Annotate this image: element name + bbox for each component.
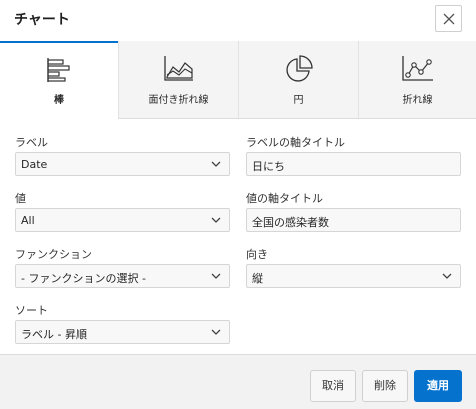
cancel-button[interactable]: 取消 bbox=[310, 370, 356, 402]
function-select[interactable]: - ファンクションの選択 - bbox=[15, 264, 230, 288]
close-button[interactable] bbox=[435, 5, 462, 32]
delete-button[interactable]: 削除 bbox=[362, 370, 408, 402]
chart-type-tabs: 棒 面付き折れ線 円 折れ線 bbox=[0, 41, 476, 119]
chevron-down-icon bbox=[211, 161, 221, 167]
function-field-label: ファンクション bbox=[15, 248, 92, 261]
value-field-label: 値 bbox=[15, 192, 26, 205]
value-select[interactable]: All bbox=[15, 208, 230, 232]
bar-chart-icon bbox=[47, 58, 70, 82]
area-chart-icon bbox=[163, 56, 193, 81]
tab-bar[interactable]: 棒 bbox=[0, 41, 118, 119]
sort-select-value: ラベル - 昇順 bbox=[21, 328, 87, 341]
value-axis-title-value: 全国の感染者数 bbox=[252, 216, 329, 229]
chevron-down-icon bbox=[211, 273, 221, 279]
label-axis-title-value: 日にち bbox=[252, 160, 285, 173]
sort-select[interactable]: ラベル - 昇順 bbox=[15, 320, 230, 344]
value-axis-title-input[interactable]: 全国の感染者数 bbox=[246, 208, 461, 232]
close-icon bbox=[443, 13, 455, 25]
tab-area-label: 面付き折れ線 bbox=[148, 95, 209, 106]
tab-area[interactable]: 面付き折れ線 bbox=[118, 41, 238, 118]
chart-dialog: チャート 棒 面付き折れ線 円 折れ線 ラベル Date ラベルの軸タイトル 日… bbox=[0, 0, 476, 409]
dialog-footer: 取消 削除 適用 bbox=[0, 354, 476, 409]
label-field-label: ラベル bbox=[15, 136, 48, 149]
apply-button[interactable]: 適用 bbox=[414, 370, 462, 402]
chevron-down-icon bbox=[442, 273, 452, 279]
label-select-value: Date bbox=[21, 158, 48, 171]
label-select[interactable]: Date bbox=[15, 152, 230, 176]
sort-field-label: ソート bbox=[15, 304, 48, 317]
orientation-select[interactable]: 縦 bbox=[246, 264, 461, 288]
label-axis-title-input[interactable]: 日にち bbox=[246, 152, 461, 176]
chevron-down-icon bbox=[211, 217, 221, 223]
tab-line[interactable]: 折れ線 bbox=[358, 41, 476, 118]
dialog-title: チャート bbox=[14, 12, 70, 28]
function-select-value: - ファンクションの選択 - bbox=[21, 272, 146, 285]
value-axis-title-label: 値の軸タイトル bbox=[246, 192, 323, 205]
chevron-down-icon bbox=[211, 329, 221, 335]
line-chart-icon bbox=[401, 56, 433, 81]
label-axis-title-label: ラベルの軸タイトル bbox=[246, 136, 345, 149]
tab-line-label: 折れ線 bbox=[402, 95, 433, 106]
tab-pie[interactable]: 円 bbox=[238, 41, 358, 118]
orientation-field-label: 向き bbox=[246, 248, 268, 261]
tab-bar-label: 棒 bbox=[54, 95, 64, 106]
dialog-header: チャート bbox=[0, 0, 476, 41]
pie-chart-icon bbox=[285, 55, 313, 82]
orientation-select-value: 縦 bbox=[252, 272, 263, 285]
tab-pie-label: 円 bbox=[293, 95, 304, 106]
value-select-value: All bbox=[21, 214, 35, 227]
